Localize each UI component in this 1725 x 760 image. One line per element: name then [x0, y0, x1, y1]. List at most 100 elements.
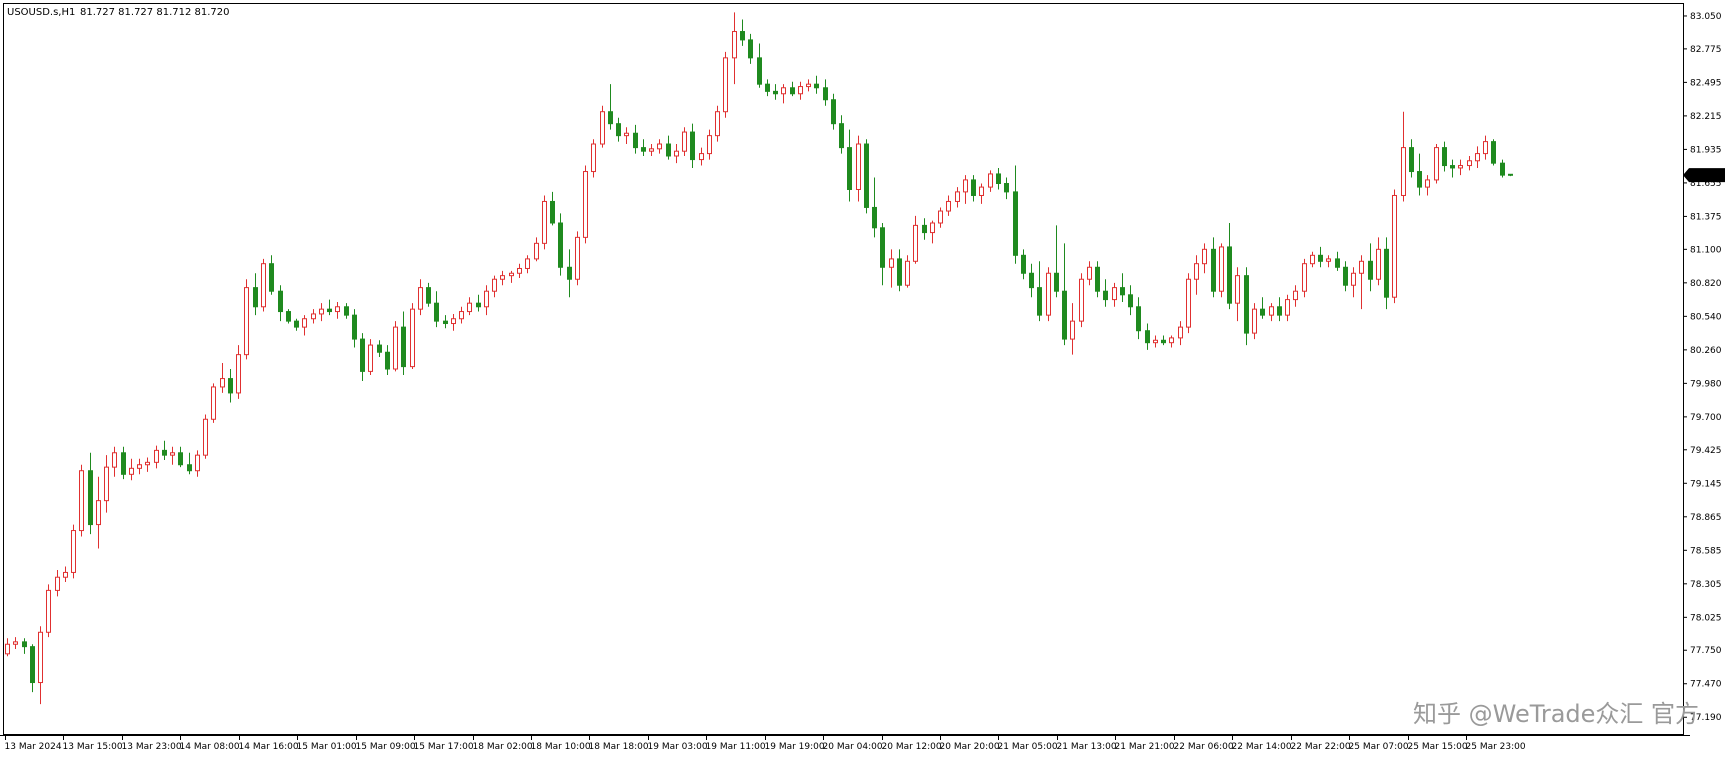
candle-body [170, 452, 175, 456]
time-tick-label: 19 Mar 19:00 [765, 742, 825, 752]
candle-body [740, 31, 745, 41]
candle-body [798, 86, 803, 95]
candle-body [699, 153, 704, 161]
candle-body [401, 326, 406, 368]
time-tick-label: 20 Mar 20:00 [940, 742, 1000, 752]
candle-body [773, 90, 778, 95]
current-price-tag-label: 81.720 [1694, 171, 1725, 181]
price-tick-label: 78.585 [1690, 546, 1722, 556]
candle [591, 139, 596, 178]
candle [864, 139, 869, 214]
price-tick-label: 82.775 [1690, 45, 1722, 55]
candle-body [253, 287, 258, 308]
candle-body [22, 641, 27, 648]
candle-body [1004, 183, 1009, 193]
time-tick-label: 22 Mar 06:00 [1174, 742, 1234, 752]
candle-body [1087, 266, 1092, 280]
candle [1392, 189, 1397, 304]
candle-body [492, 278, 497, 292]
candle-body [1326, 258, 1331, 262]
candle-body [154, 449, 159, 463]
price-tick-label: 80.820 [1690, 279, 1722, 289]
chart-canvas[interactable]: 83.05082.77582.49582.21581.93581.65581.3… [0, 0, 1725, 756]
price-tick-label: 79.980 [1690, 379, 1722, 389]
candle-body [302, 318, 307, 328]
price-tick-label: 83.050 [1690, 12, 1722, 22]
candle-body [1095, 266, 1100, 292]
time-tick-label: 18 Mar 10:00 [531, 742, 591, 752]
time-tick-label: 20 Mar 12:00 [882, 742, 942, 752]
price-tick-label: 81.935 [1690, 145, 1722, 155]
candle-body [418, 287, 423, 310]
watermark-text: 知乎 @WeTrade众汇 官方 [1413, 700, 1699, 728]
candle-body [979, 186, 984, 196]
candle-body [1450, 165, 1455, 169]
candle-body [715, 111, 720, 137]
candle-body [1046, 272, 1051, 316]
candle-body [1368, 260, 1373, 280]
candle [410, 303, 415, 369]
candle-body [1194, 263, 1199, 280]
candle-body [368, 344, 373, 372]
price-tick-label: 79.425 [1690, 446, 1722, 456]
candle-body [600, 111, 605, 145]
candle-body [682, 131, 687, 152]
candle-body [1178, 326, 1183, 339]
price-tick-label: 79.700 [1690, 413, 1722, 423]
candle-body [393, 326, 398, 370]
candle [203, 414, 208, 459]
candle-body [550, 200, 555, 224]
candle-body [162, 449, 167, 456]
candle [1186, 273, 1191, 334]
candle-body [1169, 337, 1174, 344]
candle-body [781, 87, 786, 95]
candle-body [1359, 260, 1364, 274]
candle-body [823, 87, 828, 101]
candle-body [360, 338, 365, 372]
time-tick-label: 21 Mar 21:00 [1115, 742, 1175, 752]
time-tick-label: 13 Mar 15:00 [63, 742, 123, 752]
candle-body [352, 314, 357, 340]
candle-body [244, 287, 249, 356]
candle [558, 213, 563, 276]
candle-body [1467, 160, 1472, 167]
candle-body [5, 643, 10, 655]
candle-body [1136, 306, 1141, 332]
candle-body [71, 530, 76, 573]
time-tick-label: 25 Mar 15:00 [1408, 742, 1468, 752]
candle-body [137, 464, 142, 469]
candle-body [1269, 306, 1274, 316]
candle-body [1335, 258, 1340, 268]
candle-body [335, 306, 340, 313]
candle-body [63, 571, 68, 578]
time-tick-label: 19 Mar 11:00 [706, 742, 766, 752]
candle-body [1351, 272, 1356, 286]
candle-body [1219, 246, 1224, 292]
candle-body [517, 267, 522, 274]
candle-body [30, 646, 35, 684]
candle-body [1120, 287, 1125, 296]
price-chart[interactable]: 83.050 82.775 82.495 82.215 81.935 81.655 81.3… [0, 0, 1725, 756]
candle-body [905, 260, 910, 286]
candle-body [451, 318, 456, 325]
candle-body [1029, 272, 1034, 289]
candle-body [1277, 306, 1282, 316]
time-tick-label: 21 Mar 05:00 [998, 742, 1058, 752]
candle-body [641, 147, 646, 152]
candle-body [1211, 248, 1216, 292]
candle-body [1079, 278, 1084, 322]
time-tick-label: 15 Mar 17:00 [414, 742, 474, 752]
candle-body [674, 150, 679, 157]
candle-body [1491, 141, 1496, 164]
candle-body [476, 302, 481, 308]
candle [1434, 144, 1439, 184]
candle-body [1425, 179, 1430, 188]
candle-body [1112, 287, 1117, 301]
candle [575, 231, 580, 286]
price-tick-label: 78.305 [1690, 580, 1722, 590]
candle-body [1310, 254, 1315, 265]
candle-body [377, 344, 382, 353]
candle-body [616, 123, 621, 137]
price-tick-label: 78.865 [1690, 513, 1722, 523]
candle [723, 51, 728, 118]
